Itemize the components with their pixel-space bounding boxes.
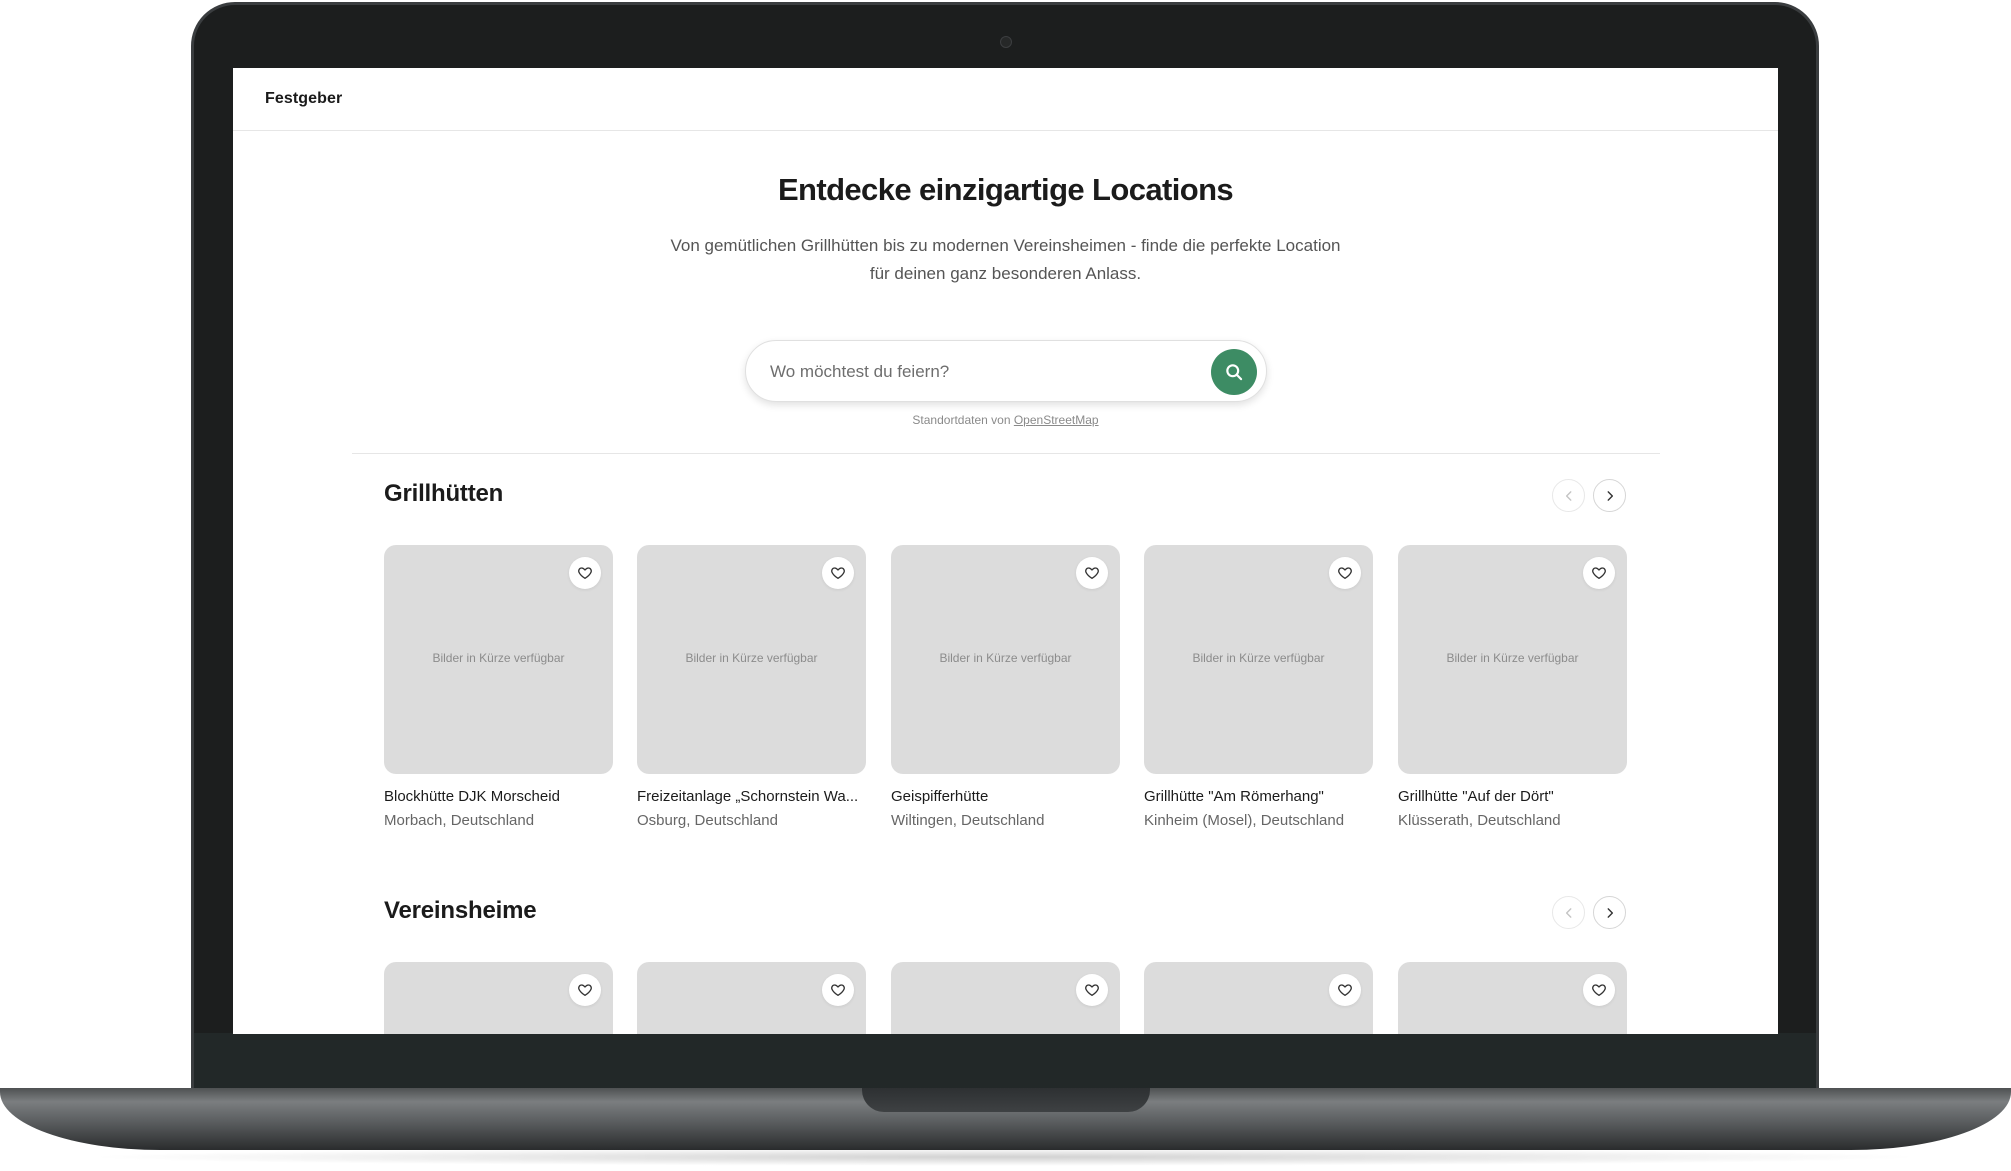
search-input[interactable] [770, 357, 1190, 387]
heart-icon [1338, 984, 1352, 996]
favorite-button[interactable] [1583, 974, 1615, 1006]
card-title: Grillhütte "Am Römerhang" [1144, 788, 1324, 805]
favorite-button[interactable] [1076, 974, 1108, 1006]
card-image-placeholder [1398, 962, 1627, 1034]
heart-icon [1592, 567, 1606, 579]
section-title-grillhuetten: Grillhütten [384, 480, 504, 507]
brand-logo[interactable]: Festgeber [265, 90, 342, 108]
location-card[interactable]: Bilder in Kürze verfügbar Grillhütte "Am… [1144, 545, 1373, 829]
carousel-prev-button[interactable] [1552, 896, 1585, 929]
section-divider [352, 453, 1660, 454]
card-image-placeholder [891, 962, 1120, 1034]
location-card[interactable] [637, 962, 866, 1034]
location-card[interactable] [1398, 962, 1627, 1034]
card-location: Wiltingen, Deutschland [891, 812, 1045, 829]
location-card[interactable]: Bilder in Kürze verfügbar Blockhütte DJK… [384, 545, 613, 829]
card-title: Blockhütte DJK Morscheid [384, 788, 560, 805]
laptop-shadow [80, 1148, 1930, 1166]
heart-icon [831, 567, 845, 579]
card-location: Osburg, Deutschland [637, 812, 778, 829]
card-title: Geispifferhütte [891, 788, 989, 805]
card-title: Freizeitanlage „Schornstein Wa... [637, 788, 859, 805]
openstreetmap-link[interactable]: OpenStreetMap [1014, 413, 1099, 427]
location-card[interactable] [1144, 962, 1373, 1034]
favorite-button[interactable] [569, 557, 601, 589]
image-placeholder-text: Bilder in Kürze verfügbar [1192, 651, 1325, 665]
chevron-left-icon [1565, 907, 1571, 918]
search-icon [1226, 364, 1243, 381]
search-button[interactable] [1211, 349, 1257, 395]
heart-icon [1338, 567, 1352, 579]
heart-icon [1085, 984, 1099, 996]
hero-subtitle: Von gemütlichen Grillhütten bis zu moder… [633, 232, 1378, 288]
chevron-right-icon [1607, 490, 1613, 501]
search-bar [745, 340, 1267, 402]
image-placeholder-text: Bilder in Kürze verfügbar [1446, 651, 1579, 665]
laptop-notch [862, 1088, 1150, 1112]
location-card[interactable]: Bilder in Kürze verfügbar Grillhütte "Au… [1398, 545, 1627, 829]
heart-icon [1085, 567, 1099, 579]
camera [1000, 36, 1012, 48]
carousel-next-button[interactable] [1593, 896, 1626, 929]
image-placeholder-text: Bilder in Kürze verfügbar [685, 651, 818, 665]
heart-icon [578, 984, 592, 996]
hero-subtitle-line2: für deinen ganz besonderen Anlass. [869, 264, 1142, 283]
hero-subtitle-line1: Von gemütlichen Grillhütten bis zu moder… [670, 236, 1341, 255]
location-card[interactable]: Bilder in Kürze verfügbar Geispifferhütt… [891, 545, 1120, 829]
favorite-button[interactable] [822, 974, 854, 1006]
carousel-prev-button[interactable] [1552, 479, 1585, 512]
attribution-text: Standortdaten von [912, 413, 1014, 427]
bezel-bottom [194, 1033, 1816, 1089]
card-image-placeholder: Bilder in Kürze verfügbar [384, 545, 613, 774]
location-card[interactable]: Bilder in Kürze verfügbar Freizeitanlage… [637, 545, 866, 829]
card-image-placeholder [384, 962, 613, 1034]
card-image-placeholder [1144, 962, 1373, 1034]
chevron-right-icon [1607, 907, 1613, 918]
favorite-button[interactable] [822, 557, 854, 589]
card-location: Morbach, Deutschland [384, 812, 535, 829]
image-placeholder-text: Bilder in Kürze verfügbar [432, 651, 565, 665]
card-title: Grillhütte "Auf der Dört" [1398, 788, 1554, 805]
location-attribution: Standortdaten von OpenStreetMap [233, 413, 1778, 427]
favorite-button[interactable] [1076, 557, 1108, 589]
chevron-left-icon [1565, 490, 1571, 501]
card-image-placeholder: Bilder in Kürze verfügbar [891, 545, 1120, 774]
heart-icon [831, 984, 845, 996]
heart-icon [578, 567, 592, 579]
location-card[interactable] [891, 962, 1120, 1034]
favorite-button[interactable] [569, 974, 601, 1006]
card-location: Kinheim (Mosel), Deutschland [1144, 812, 1345, 829]
heart-icon [1592, 984, 1606, 996]
card-image-placeholder: Bilder in Kürze verfügbar [1144, 545, 1373, 774]
card-image-placeholder [637, 962, 866, 1034]
favorite-button[interactable] [1329, 974, 1361, 1006]
card-location: Klüsserath, Deutschland [1398, 812, 1561, 829]
favorite-button[interactable] [1329, 557, 1361, 589]
screen: Festgeber Entdecke einzigartige Location… [233, 68, 1778, 1034]
top-navbar: Festgeber [233, 68, 1778, 131]
carousel-next-button[interactable] [1593, 479, 1626, 512]
card-image-placeholder: Bilder in Kürze verfügbar [637, 545, 866, 774]
card-image-placeholder: Bilder in Kürze verfügbar [1398, 545, 1627, 774]
favorite-button[interactable] [1583, 557, 1615, 589]
page-title: Entdecke einzigartige Locations [777, 172, 1234, 207]
section-title-vereinsheime: Vereinsheime [384, 897, 537, 924]
location-card[interactable] [384, 962, 613, 1034]
image-placeholder-text: Bilder in Kürze verfügbar [939, 651, 1072, 665]
